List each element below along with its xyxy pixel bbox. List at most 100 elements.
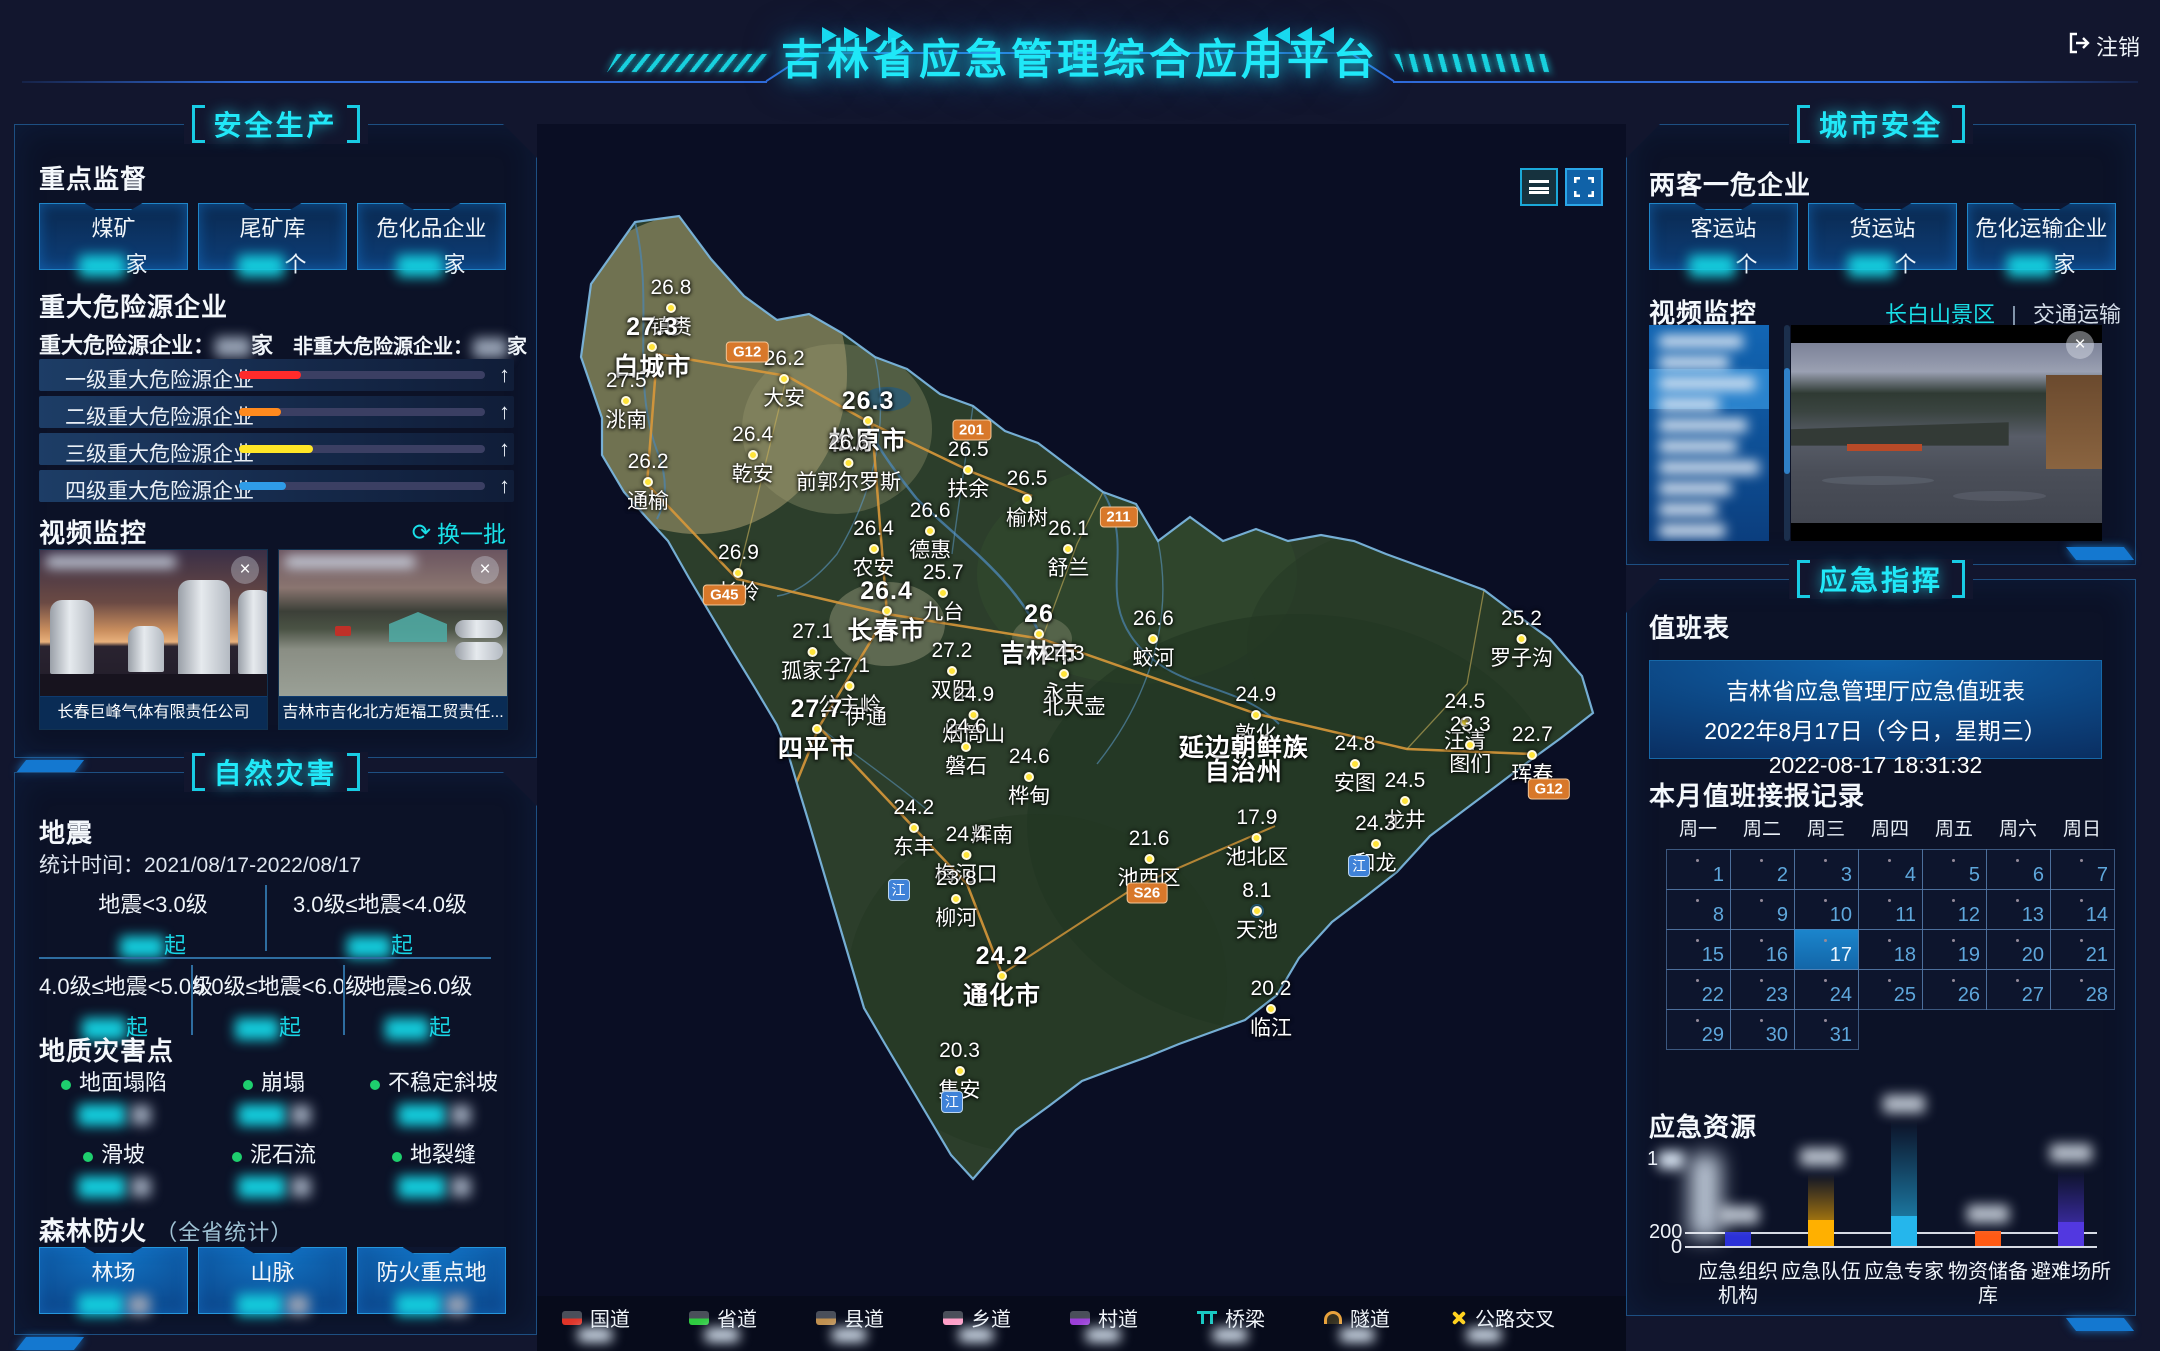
calendar-day-5[interactable]: 5 [1922,849,1987,890]
close-icon[interactable]: × [471,556,499,584]
calendar-day-25[interactable]: 25 [1858,969,1923,1010]
calendar-day-3[interactable]: 3 [1794,849,1859,890]
logout-button[interactable]: 注销 [2068,30,2140,62]
heading-month-duty-log: 本月值班接报记录 [1649,776,1865,813]
map-city-marker[interactable]: 北大壶 [1042,696,1105,720]
calendar-day-24[interactable]: 24 [1794,969,1859,1010]
scrollbar-thumb[interactable] [1784,368,1790,474]
close-icon[interactable]: × [231,556,259,584]
calendar-day-9[interactable]: 9 [1730,889,1795,930]
map-city-marker[interactable]: 27.7四平市 [778,697,856,761]
map-city-marker[interactable]: 21.6池西区 [1118,827,1181,891]
weather-dot-icon [1371,839,1381,849]
map-city-marker[interactable]: 25.2罗子沟 [1490,607,1553,671]
map-city-marker[interactable]: 25.7九台 [922,561,964,625]
map-city-marker[interactable]: 24.2东丰 [893,796,935,860]
map-city-marker[interactable]: 延边朝鲜族 自治州 [1179,736,1309,784]
bar-category-label: 应急队伍 [1771,1260,1871,1284]
calendar-day-7[interactable]: 7 [2050,849,2115,890]
redacted-list-item[interactable] [1659,419,1747,432]
calendar-day-28[interactable]: 28 [2050,969,2115,1010]
calendar-day-27[interactable]: 27 [1986,969,2051,1010]
refresh-batch-button[interactable]: ⟳ 换一批 [412,515,506,549]
camera-thumbnail-1[interactable]: × 长春巨峰气体有限责任公司 [39,549,268,730]
panel-safety-production: 安全生产 重点监督 煤矿家尾矿库个危化品企业家 重大危险源企业 重大危险源企业：… [14,124,537,758]
calendar-day-10[interactable]: 10 [1794,889,1859,930]
calendar-day-20[interactable]: 20 [1986,929,2051,970]
map-city-marker[interactable]: 26.6前郭尔罗斯 [796,431,901,495]
map-city-marker[interactable]: 24.2通化市 [963,944,1041,1008]
map-city-marker[interactable]: 17.9池北区 [1225,806,1288,870]
redacted-list-item[interactable] [1659,377,1755,390]
river-gauge-icon[interactable]: 江 [1348,855,1370,877]
map-city-marker[interactable]: 26.4乾安 [732,423,774,487]
stat-card-1: 货运站个 [1808,203,1957,270]
calendar-day-14[interactable]: 14 [2050,889,2115,930]
weather-dot-icon [1527,750,1537,760]
calendar-day-12[interactable]: 12 [1922,889,1987,930]
calendar-day-13[interactable]: 13 [1986,889,2051,930]
redacted-list-item[interactable] [1659,524,1725,537]
map-city-marker[interactable]: 26.6德惠 [909,499,951,563]
calendar-day-23[interactable]: 23 [1730,969,1795,1010]
hazard-row-bar [239,482,286,490]
calendar-day-26[interactable]: 26 [1922,969,1987,1010]
map-city-marker[interactable]: 26.4长春市 [848,579,926,643]
weather-dot-icon [748,450,758,460]
calendar-day-6[interactable]: 6 [1986,849,2051,890]
calendar-day-17[interactable]: 17 [1794,929,1859,970]
camera-thumbnail-2[interactable]: × 吉林市吉化北方炬福工贸责任... [278,549,508,730]
calendar-day-21[interactable]: 21 [2050,929,2115,970]
map-city-marker[interactable]: 23.3图们 [1449,713,1491,777]
map-city-marker[interactable]: 26.5扶余 [947,438,989,502]
province-map[interactable]: 26.8镇赉27.3白城市27.5洮南26.2大安26.2通榆26.4乾安26.… [537,124,1626,1351]
calendar-day-2[interactable]: 2 [1730,849,1795,890]
map-fullscreen-button[interactable] [1565,168,1603,206]
map-city-marker[interactable]: 26.6蛟河 [1132,607,1174,671]
map-city-marker[interactable]: 26.1舒兰 [1047,517,1089,581]
tab-transport[interactable]: 交通运输 [2033,302,2121,327]
map-city-marker[interactable]: 27.5洮南 [605,369,647,433]
redacted-list-item[interactable] [1659,482,1731,495]
redacted-list-item[interactable] [1659,503,1717,516]
camera-list[interactable] [1649,325,1769,541]
calendar-day-29[interactable]: 29 [1666,1009,1731,1050]
map-city-marker[interactable]: 20.2临江 [1250,977,1292,1041]
map-city-marker[interactable]: 26.5榆树 [1006,467,1048,531]
map-city-marker[interactable]: 24.8安图 [1334,732,1376,796]
map-city-marker[interactable]: 26.2通榆 [627,450,669,514]
map-city-marker[interactable]: 8.1天池 [1236,879,1278,943]
calendar-day-11[interactable]: 11 [1858,889,1923,930]
calendar-day-22[interactable]: 22 [1666,969,1731,1010]
bar-glow [1891,1121,1917,1216]
calendar-day-19[interactable]: 19 [1922,929,1987,970]
close-icon[interactable]: × [2066,331,2094,359]
calendar-day-16[interactable]: 16 [1730,929,1795,970]
redacted-list-item[interactable] [1659,335,1743,348]
map-city-marker[interactable]: 23.8柳河 [935,867,977,931]
redacted-list-item[interactable] [1659,461,1759,474]
stat-card-value [40,1291,187,1317]
map-layers-button[interactable] [1520,168,1558,206]
calendar-day-30[interactable]: 30 [1730,1009,1795,1050]
map-city-marker[interactable]: 26.2大安 [763,347,805,411]
river-gauge-icon[interactable]: 江 [941,1091,963,1113]
redacted-list-item[interactable] [1659,398,1719,411]
redacted-list-item[interactable] [1659,356,1729,369]
calendar-day-1[interactable]: 1 [1666,849,1731,890]
legend-item-公路交叉[interactable]: 公路交叉 [1451,1303,1555,1332]
calendar-day-15[interactable]: 15 [1666,929,1731,970]
map-city-marker[interactable]: 22.7珲春 [1511,723,1553,787]
calendar-day-4[interactable]: 4 [1858,849,1923,890]
river-gauge-icon[interactable]: 江 [888,879,910,901]
city-name-label: 扶余 [947,478,989,502]
city-video-feed[interactable]: × [1791,325,2102,541]
map-city-marker[interactable]: 24.6桦甸 [1008,745,1050,809]
calendar-day-18[interactable]: 18 [1858,929,1923,970]
redacted-list-item[interactable] [1659,440,1737,453]
calendar-day-31[interactable]: 31 [1794,1009,1859,1050]
camera-list-scrollbar[interactable] [1784,325,1790,541]
map-city-marker[interactable]: 24.6磐石 [945,715,987,779]
map-city-marker[interactable]: 26.4农安 [853,517,895,581]
calendar-day-8[interactable]: 8 [1666,889,1731,930]
